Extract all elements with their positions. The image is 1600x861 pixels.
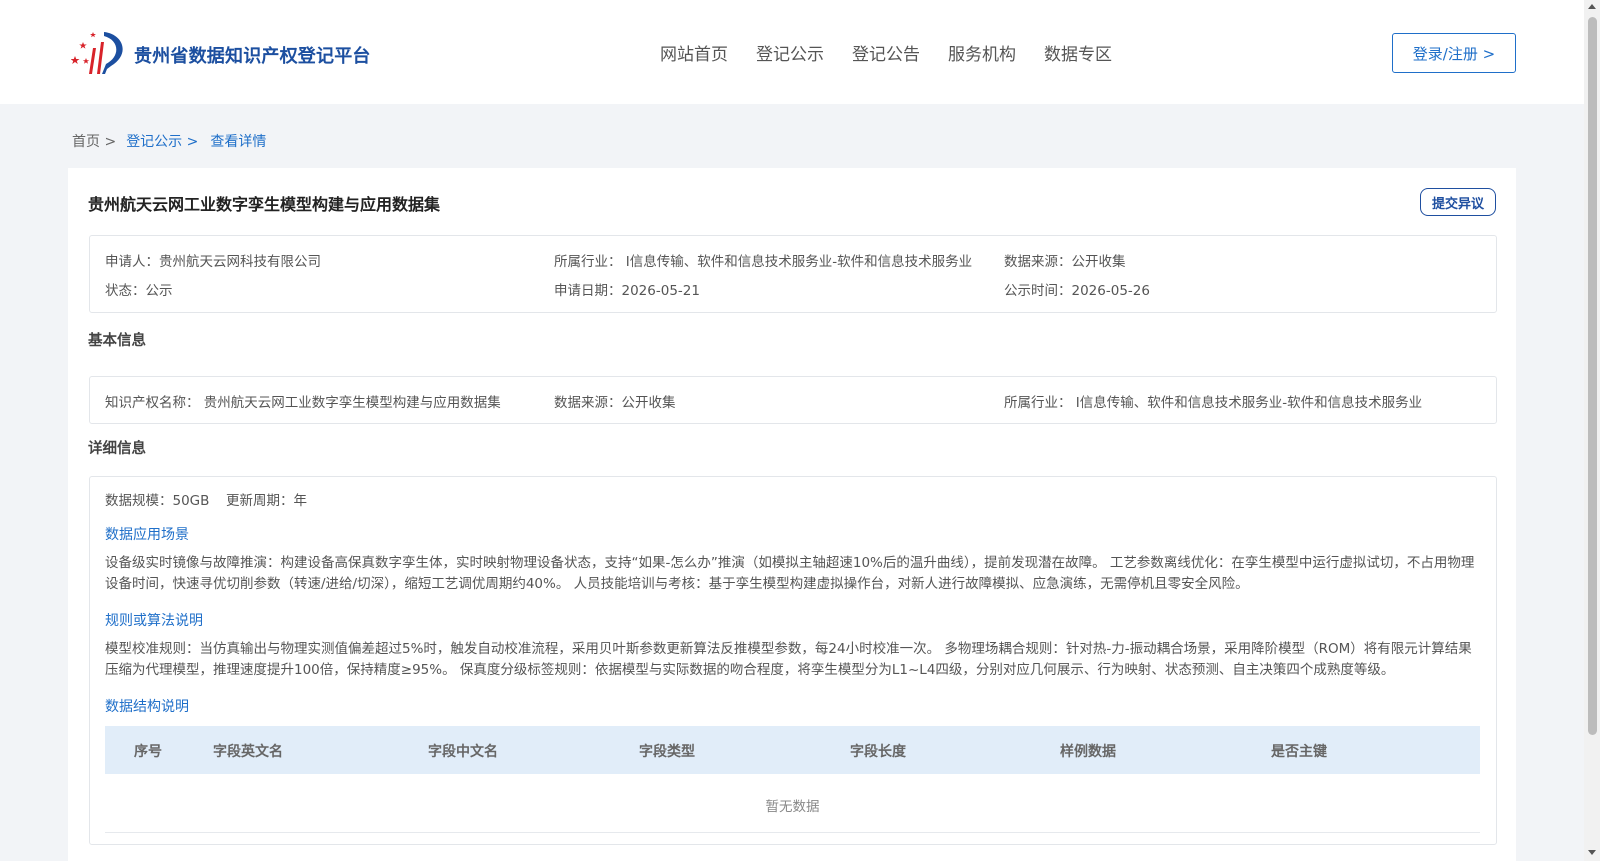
detail-card: 贵州航天云网工业数字孪生模型构建与应用数据集 提交异议 申请人：贵州航天云网科技… [68,168,1516,861]
update-cycle: 更新周期：年 [226,493,307,509]
apply-date: 申请日期：2026-05-21 [554,283,700,299]
status: 状态：公示 [105,283,173,299]
breadcrumb-current: 查看详情 [210,134,267,150]
rules-heading: 规则或算法说明 [105,613,203,629]
detail-info-heading: 详细信息 [88,441,146,457]
basic-data-source: 数据来源：公开收集 [554,395,676,411]
rules-text: 模型校准规则：当仿真输出与物理实测值偏差超过5%时，触发自动校准流程，采用贝叶斯… [105,641,1472,678]
industry: 所属行业： I信息传输、软件和信息技术服务业-软件和信息技术服务业 [554,254,973,270]
scroll-up-icon[interactable] [1588,4,1596,9]
scrollbar-thumb[interactable] [1588,17,1597,735]
publish-date: 公示时间：2026-05-26 [1004,283,1150,299]
breadcrumb-publicity[interactable]: 登记公示 > [126,131,198,151]
data-source: 数据来源：公开收集 [1004,254,1126,270]
col-field-type: 字段类型 [639,744,695,760]
data-scale: 数据规模：50GB [105,493,210,509]
site-logo[interactable]: 贵州省数据知识产权登记平台 [71,28,371,78]
breadcrumb-home[interactable]: 首页 > [72,131,116,151]
basic-info-heading: 基本信息 [88,333,146,349]
empty-text: 暂无数据 [765,799,820,815]
scenario-heading: 数据应用场景 [105,527,189,543]
col-primary-key: 是否主键 [1271,744,1327,760]
ip-name: 知识产权名称： 贵州航天云网工业数字孪生模型构建与应用数据集 [105,395,501,411]
main-nav: 网站首页 登记公示 登记公告 服务机构 数据专区 [660,40,1140,65]
table-header: 序号 字段英文名 字段中文名 字段类型 字段长度 样例数据 是否主键 [105,726,1480,774]
data-structure-table: 序号 字段英文名 字段中文名 字段类型 字段长度 样例数据 是否主键 暂无数据 [105,726,1480,833]
top-bar: 贵州省数据知识产权登记平台 网站首页 登记公示 登记公告 服务机构 数据专区 登… [0,0,1584,104]
page-title: 贵州航天云网工业数字孪生模型构建与应用数据集 [88,195,441,214]
nav-publicity[interactable]: 登记公示 [756,40,824,65]
col-field-en: 字段英文名 [213,744,283,760]
page-scrollbar[interactable] [1584,0,1600,861]
summary-box: 申请人：贵州航天云网科技有限公司 所属行业： I信息传输、软件和信息技术服务业-… [89,235,1497,313]
applicant: 申请人：贵州航天云网科技有限公司 [105,254,321,270]
nav-home[interactable]: 网站首页 [660,40,728,65]
submit-dispute-button[interactable]: 提交异议 [1420,188,1496,216]
login-register-button[interactable]: 登录/注册 > [1392,33,1516,73]
col-index: 序号 [134,744,162,760]
scroll-down-icon[interactable] [1588,850,1596,855]
table-empty-row: 暂无数据 [105,774,1480,833]
nav-data-zone[interactable]: 数据专区 [1044,40,1112,65]
detail-info-box: 数据规模：50GB 更新周期：年 数据应用场景 设备级实时镜像与故障推演：构建设… [89,476,1497,845]
structure-heading: 数据结构说明 [105,699,189,715]
basic-info-box: 知识产权名称： 贵州航天云网工业数字孪生模型构建与应用数据集 数据来源：公开收集… [89,376,1497,424]
col-field-cn: 字段中文名 [428,744,498,760]
breadcrumb: 首页 > 登记公示 > 查看详情 [72,131,266,151]
col-sample: 样例数据 [1060,744,1116,760]
scenario-text: 设备级实时镜像与故障推演：构建设备高保真数字孪生体，实时映射物理设备状态，支持“… [105,555,1475,592]
logo-title: 贵州省数据知识产权登记平台 [134,46,371,67]
nav-announcement[interactable]: 登记公告 [852,40,920,65]
basic-industry: 所属行业： I信息传输、软件和信息技术服务业-软件和信息技术服务业 [1004,395,1423,411]
logo-emblem-icon [71,32,123,74]
nav-service-agency[interactable]: 服务机构 [948,40,1016,65]
col-field-length: 字段长度 [850,744,906,760]
